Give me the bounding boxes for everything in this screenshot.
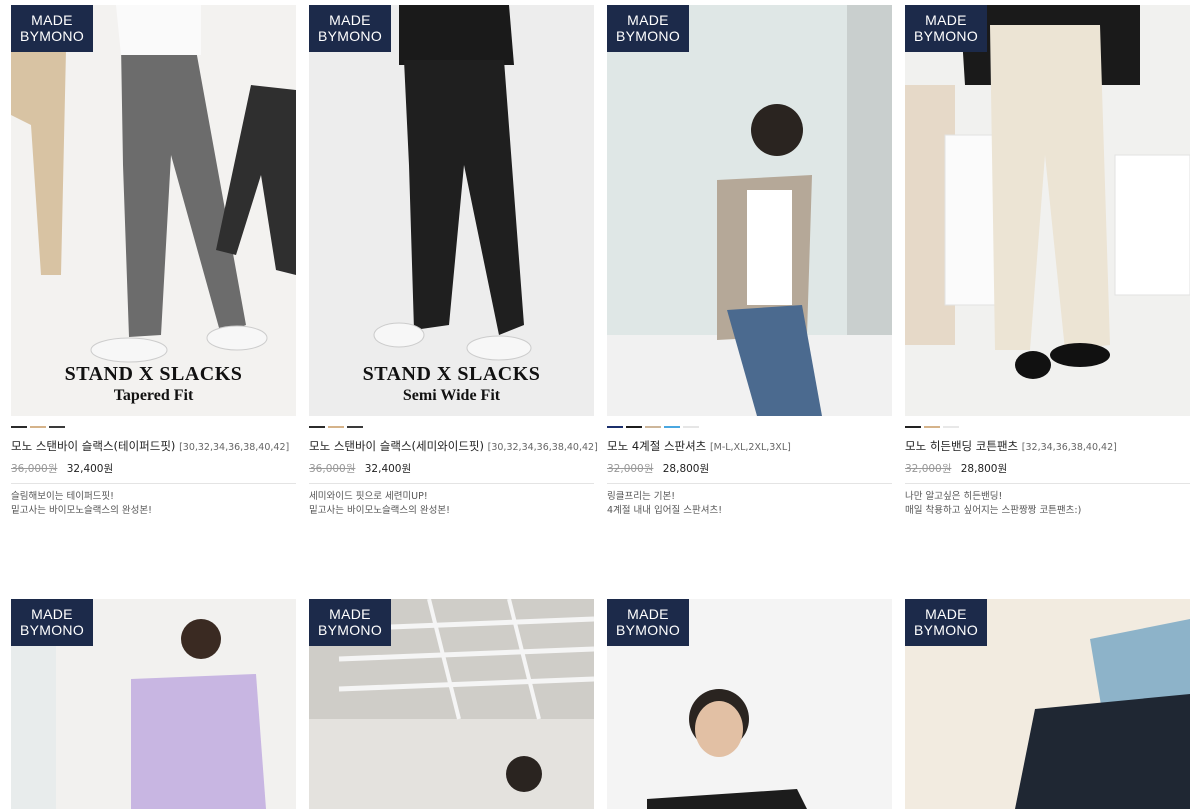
- product-card[interactable]: MADE BYMONO STAND X SLACKS Semi Wide Fit …: [309, 5, 598, 518]
- product-grid: MADE BYMONO STAND X SLACKS Tapered Fit 모노…: [0, 0, 1194, 809]
- product-card[interactable]: MADE BYMONO 모노 히든밴딩 코튼팬츠 [32,34,36,38,40,…: [905, 5, 1190, 518]
- product-photo: [607, 5, 892, 416]
- color-swatch: [664, 426, 680, 428]
- product-image[interactable]: MADE BYMONO: [607, 5, 892, 416]
- product-photo: [905, 5, 1190, 416]
- price-line: 36,000원 32,400원: [309, 461, 594, 476]
- made-bymono-badge: MADE BYMONO: [905, 5, 987, 52]
- banner-title: STAND X SLACKS: [64, 363, 243, 385]
- product-description: 링클프리는 기본! 4계절 내내 입어질 스판셔츠!: [607, 491, 723, 516]
- sale-price: 28,800원: [960, 463, 1008, 475]
- original-price: 32,000원: [905, 463, 952, 475]
- color-swatches: [11, 426, 296, 429]
- product-image[interactable]: MADE BYMONO: [309, 599, 594, 809]
- product-title[interactable]: 모노 스탠바이 슬랙스(테이퍼드핏) [30,32,34,36,38,40,42…: [11, 438, 296, 454]
- color-swatch: [347, 426, 363, 428]
- color-swatch: [905, 426, 921, 428]
- original-price: 36,000원: [11, 463, 58, 475]
- product-sizes: [32,34,36,38,40,42]: [1021, 442, 1117, 453]
- original-price: 32,000원: [607, 463, 654, 475]
- product-banner: STAND X SLACKS Semi Wide Fit: [309, 362, 594, 406]
- product-banner: STAND X SLACKS Tapered Fit: [11, 362, 296, 406]
- product-title[interactable]: 모노 히든밴딩 코튼팬츠 [32,34,36,38,40,42]: [905, 438, 1190, 454]
- product-sizes: [30,32,34,36,38,40,42]: [487, 442, 598, 453]
- color-swatch: [607, 426, 623, 428]
- made-bymono-badge: MADE BYMONO: [11, 5, 93, 52]
- color-swatch: [309, 426, 325, 428]
- product-title[interactable]: 모노 4계절 스판셔츠 [M-L,XL,2XL,3XL]: [607, 438, 892, 454]
- product-name[interactable]: 모노 히든밴딩 코튼팬츠: [905, 439, 1018, 453]
- product-description: 세미와이드 핏으로 세련미UP! 밑고사는 바이모노슬랙스의 완성본!: [309, 491, 450, 516]
- product-description: 슬림해보이는 테이퍼드핏! 밑고사는 바이모노슬랙스의 완성본!: [11, 491, 152, 516]
- product-image[interactable]: MADE BYMONO STAND X SLACKS Semi Wide Fit: [309, 5, 594, 416]
- product-image[interactable]: MADE BYMONO: [607, 599, 892, 809]
- color-swatches: [607, 426, 892, 429]
- product-title[interactable]: 모노 스탠바이 슬랙스(세미와이드핏) [30,32,34,36,38,40,4…: [309, 438, 598, 454]
- color-swatch: [49, 426, 65, 428]
- color-swatches: [905, 426, 1190, 429]
- product-description: 나만 알고싶은 히든밴딩! 매일 착용하고 싶어지는 스판짱짱 코튼팬츠:): [905, 491, 1082, 516]
- product-card[interactable]: MADE BYMONO STAND X SLACKS Tapered Fit 모노…: [11, 5, 296, 518]
- made-bymono-badge: MADE BYMONO: [607, 599, 689, 646]
- product-name[interactable]: 모노 스탠바이 슬랙스(테이퍼드핏): [11, 439, 175, 453]
- original-price: 36,000원: [309, 463, 356, 475]
- sale-price: 32,400원: [364, 463, 412, 475]
- divider: [905, 483, 1190, 484]
- product-sizes: [M-L,XL,2XL,3XL]: [709, 442, 791, 453]
- product-photo: [309, 5, 594, 416]
- made-bymono-badge: MADE BYMONO: [309, 5, 391, 52]
- made-bymono-badge: MADE BYMONO: [11, 599, 93, 646]
- product-name[interactable]: 모노 스탠바이 슬랙스(세미와이드핏): [309, 439, 484, 453]
- made-bymono-badge: MADE BYMONO: [309, 599, 391, 646]
- product-photo: [11, 5, 296, 416]
- sale-price: 32,400원: [66, 463, 114, 475]
- color-swatch: [328, 426, 344, 428]
- banner-subtitle: Semi Wide Fit: [402, 387, 501, 404]
- price-line: 32,000원 28,800원: [905, 461, 1190, 476]
- color-swatch: [30, 426, 46, 428]
- product-card[interactable]: MADE BYMONO: [309, 599, 594, 809]
- product-name[interactable]: 모노 4계절 스판셔츠: [607, 439, 706, 453]
- product-image[interactable]: MADE BYMONO: [11, 599, 296, 809]
- color-swatch: [645, 426, 661, 428]
- product-sizes: [30,32,34,36,38,40,42]: [179, 442, 290, 453]
- color-swatch: [683, 426, 699, 428]
- price-line: 32,000원 28,800원: [607, 461, 892, 476]
- divider: [11, 483, 296, 484]
- price-line: 36,000원 32,400원: [11, 461, 296, 476]
- product-image[interactable]: MADE BYMONO STAND X SLACKS Tapered Fit: [11, 5, 296, 416]
- product-image[interactable]: MADE BYMONO: [905, 599, 1190, 809]
- product-card[interactable]: MADE BYMONO: [905, 599, 1190, 809]
- divider: [309, 483, 594, 484]
- product-card[interactable]: MADE BYMONO: [607, 599, 892, 809]
- color-swatch: [11, 426, 27, 428]
- made-bymono-badge: MADE BYMONO: [607, 5, 689, 52]
- color-swatches: [309, 426, 594, 429]
- made-bymono-badge: MADE BYMONO: [905, 599, 987, 646]
- divider: [607, 483, 892, 484]
- banner-subtitle: Tapered Fit: [113, 387, 194, 404]
- color-swatch: [943, 426, 959, 428]
- sale-price: 28,800원: [662, 463, 710, 475]
- banner-title: STAND X SLACKS: [362, 363, 541, 385]
- product-card[interactable]: MADE BYMONO 모노 4계절 스판셔츠 [M-L,XL,2XL,3XL] …: [607, 5, 892, 518]
- product-card[interactable]: MADE BYMONO: [11, 599, 296, 809]
- color-swatch: [924, 426, 940, 428]
- product-image[interactable]: MADE BYMONO: [905, 5, 1190, 416]
- color-swatch: [626, 426, 642, 428]
